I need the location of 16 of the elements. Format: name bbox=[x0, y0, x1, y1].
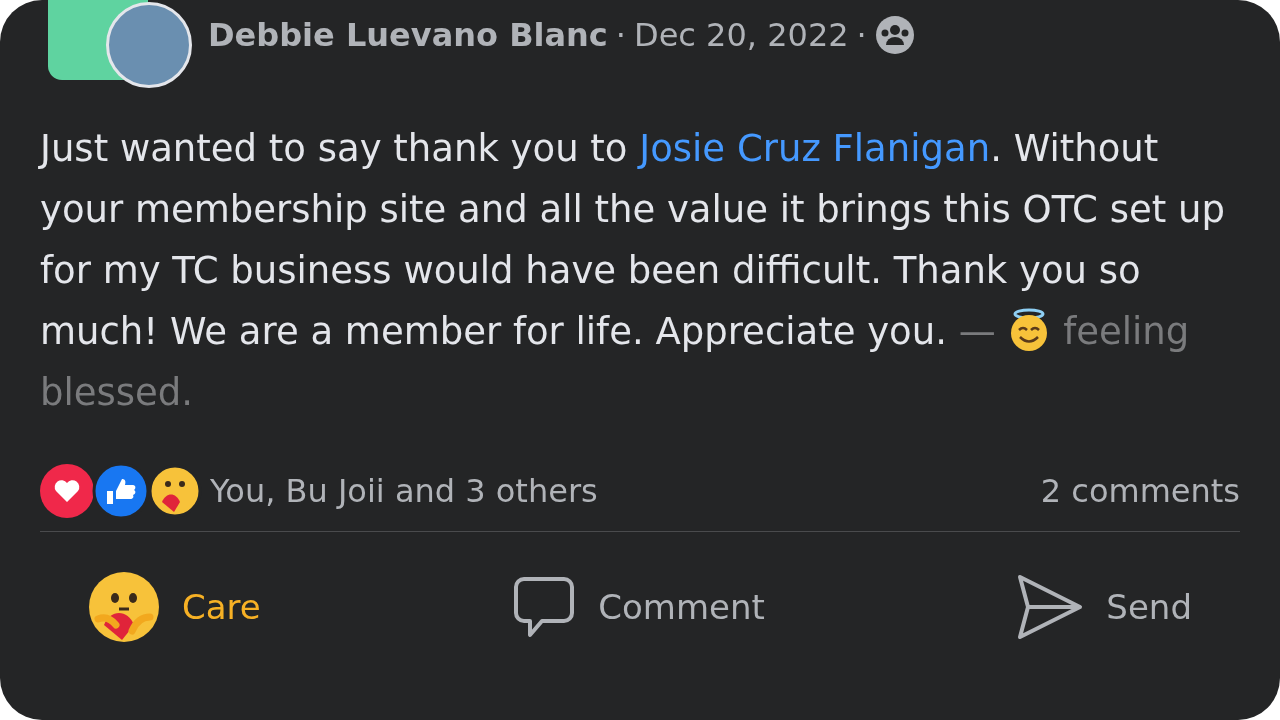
post-text: Just wanted to say thank you to Josie Cruz Flanigan. Without your membership site and all the value it brings this OTC set up for my TC business would have been difficult. Thank you so much! We are a member for life. Appreciate you. — feeling blessed. bbox=[40, 126, 1226, 416]
speech-bubble-icon bbox=[512, 575, 577, 639]
send-button[interactable]: Send bbox=[1016, 573, 1192, 641]
comment-button[interactable]: Comment bbox=[512, 575, 765, 639]
author-name[interactable]: Debbie Luevano Blanc bbox=[208, 11, 608, 59]
post-date[interactable]: Dec 20, 2022 bbox=[634, 11, 849, 59]
reactions-icon bbox=[40, 462, 202, 520]
care-button[interactable]: Care bbox=[88, 571, 261, 643]
care-emoji-icon bbox=[88, 571, 160, 643]
reactions-summary[interactable]: You, Bu Joii and 3 others bbox=[210, 467, 598, 515]
group-audience-icon bbox=[874, 15, 915, 55]
mention-link[interactable]: Josie Cruz Flanigan bbox=[639, 127, 991, 170]
comments-count[interactable]: 2 comments bbox=[1040, 467, 1240, 515]
separator-dot: · bbox=[856, 15, 867, 56]
send-arrow-icon bbox=[1016, 573, 1085, 641]
separator-dot: · bbox=[615, 15, 626, 56]
